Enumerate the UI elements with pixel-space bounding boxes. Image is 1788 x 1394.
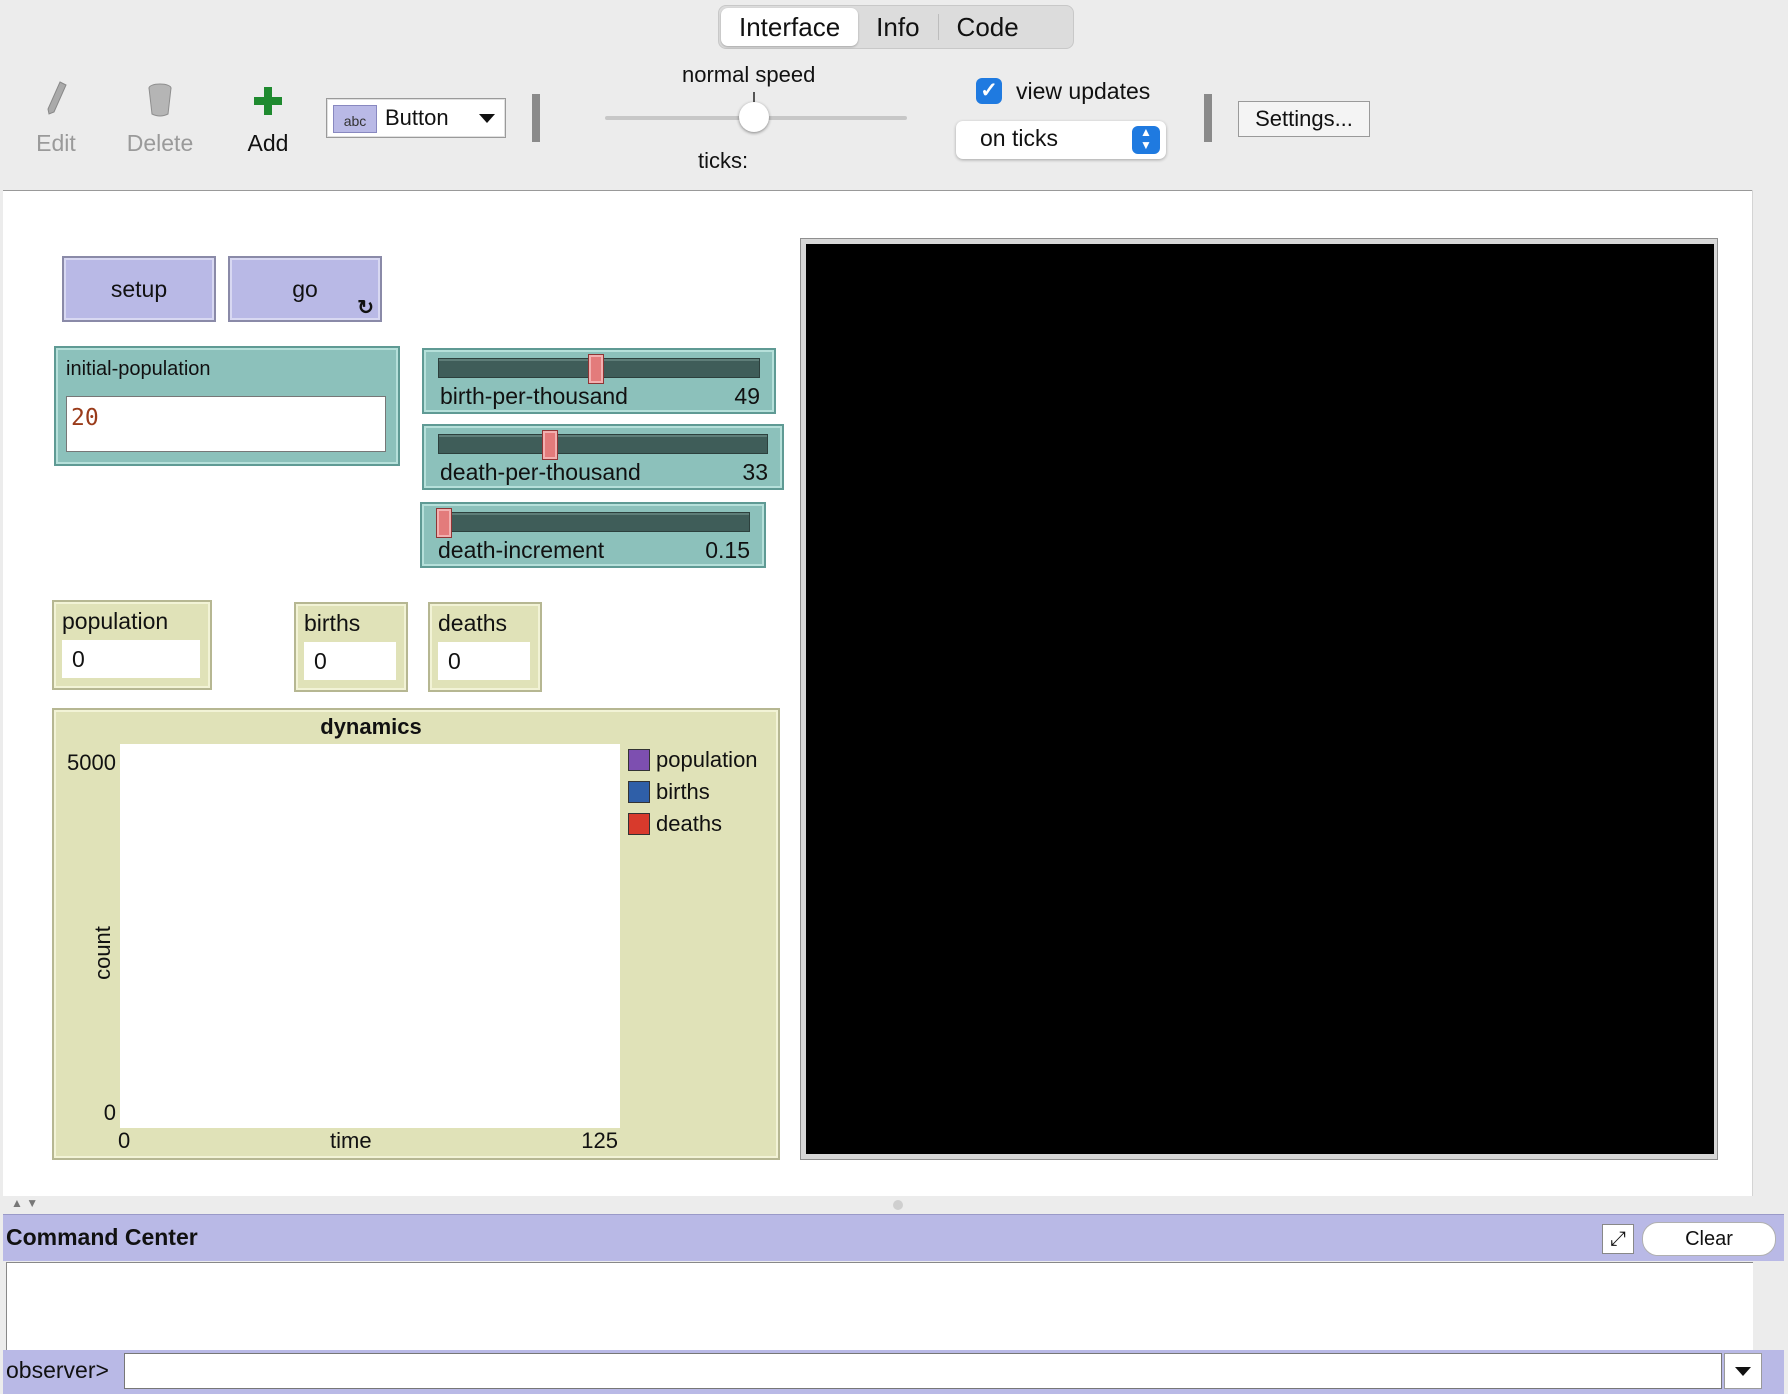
collapse-arrows-icon[interactable]: ▲ ▼ bbox=[11, 1196, 38, 1210]
tab-code[interactable]: Code bbox=[939, 8, 1037, 46]
world-view[interactable] bbox=[806, 244, 1714, 1154]
y-axis-label-wrap: count bbox=[88, 926, 118, 980]
clear-button[interactable]: Clear bbox=[1642, 1222, 1776, 1256]
edit-button[interactable]: Edit bbox=[30, 80, 82, 156]
plot-legend: population births deaths bbox=[628, 744, 758, 840]
monitor-value: 0 bbox=[62, 640, 200, 678]
monitor-value: 0 bbox=[304, 642, 396, 680]
x-axis-label: time bbox=[330, 1128, 372, 1153]
monitor-label: deaths bbox=[438, 610, 508, 636]
toolbar-divider bbox=[532, 94, 540, 142]
widget-type-value: Button bbox=[385, 105, 449, 130]
expand-icon[interactable]: ⤢ bbox=[1602, 1224, 1634, 1254]
delete-label: Delete bbox=[126, 130, 194, 156]
pencil-icon bbox=[47, 81, 67, 115]
slider-value: 0.15 bbox=[705, 537, 750, 563]
births-monitor: births 0 bbox=[294, 602, 408, 692]
checkmark-icon: ✓ bbox=[980, 79, 998, 102]
command-output-scrollbar[interactable] bbox=[1753, 1262, 1784, 1350]
ticks-label: ticks: bbox=[698, 148, 749, 173]
plus-icon bbox=[254, 87, 282, 115]
x-tick-max: 125 bbox=[581, 1128, 618, 1153]
initial-population-field[interactable]: 20 bbox=[66, 396, 386, 452]
deaths-monitor: deaths 0 bbox=[428, 602, 542, 692]
legend-label: deaths bbox=[656, 811, 723, 836]
observer-prompt[interactable]: observer> bbox=[6, 1357, 109, 1384]
plot-area bbox=[120, 744, 620, 1128]
plot-title: dynamics bbox=[320, 714, 422, 739]
slider-knob[interactable] bbox=[436, 508, 452, 538]
monitor-label: population bbox=[62, 608, 169, 634]
initial-population-value: 20 bbox=[71, 405, 99, 431]
command-output bbox=[6, 1262, 1754, 1352]
legend-item: population bbox=[628, 744, 758, 776]
view-updates-label: view updates bbox=[1016, 78, 1151, 104]
legend-label: births bbox=[656, 779, 710, 804]
settings-button[interactable]: Settings... bbox=[1238, 101, 1370, 137]
birth-per-thousand-slider[interactable]: birth-per-thousand 49 bbox=[422, 348, 776, 414]
command-center-header bbox=[3, 1214, 1784, 1261]
slider-name: birth-per-thousand bbox=[440, 383, 628, 409]
slider-value: 49 bbox=[734, 383, 760, 409]
population-monitor: population 0 bbox=[52, 600, 212, 690]
y-axis-label: count bbox=[90, 926, 115, 980]
command-center-splitter[interactable]: ▲ ▼ bbox=[3, 1196, 1784, 1214]
delete-button[interactable]: Delete bbox=[124, 80, 196, 156]
slider-name: death-increment bbox=[438, 537, 605, 563]
initial-population-input: initial-population 20 bbox=[54, 346, 400, 466]
speed-slider-knob[interactable] bbox=[739, 102, 769, 132]
monitor-value: 0 bbox=[438, 642, 530, 680]
initial-population-label: initial-population bbox=[66, 358, 211, 380]
slider-knob[interactable] bbox=[587, 354, 604, 384]
y-tick-min: 0 bbox=[103, 1100, 116, 1125]
x-tick-min: 0 bbox=[118, 1128, 131, 1153]
edit-label: Edit bbox=[36, 130, 76, 156]
tab-info[interactable]: Info bbox=[858, 8, 937, 46]
slider-name: death-per-thousand bbox=[440, 459, 641, 485]
setup-button[interactable]: setup bbox=[62, 256, 216, 322]
splitter-handle[interactable] bbox=[893, 1200, 903, 1210]
view-updates-checkbox[interactable]: ✓ bbox=[976, 78, 1002, 104]
legend-swatch bbox=[628, 781, 650, 803]
legend-label: population bbox=[656, 747, 758, 772]
history-dropdown[interactable] bbox=[1724, 1353, 1762, 1389]
add-label: Add bbox=[247, 130, 289, 156]
tab-bar: Interface Info Code bbox=[718, 5, 1074, 49]
legend-swatch bbox=[628, 749, 650, 771]
slider-value: 33 bbox=[742, 459, 768, 485]
tab-interface[interactable]: Interface bbox=[721, 8, 859, 46]
command-input[interactable] bbox=[124, 1353, 1722, 1389]
slider-track[interactable] bbox=[436, 512, 750, 532]
death-per-thousand-slider[interactable]: death-per-thousand 33 bbox=[422, 424, 784, 490]
chevron-down-icon bbox=[479, 114, 495, 123]
plot-svg bbox=[120, 744, 620, 1128]
forever-icon: ↻ bbox=[357, 297, 374, 319]
add-button[interactable]: Add bbox=[242, 80, 294, 156]
death-increment-slider[interactable]: death-increment 0.15 bbox=[420, 502, 766, 568]
slider-knob[interactable] bbox=[541, 430, 558, 460]
widget-type-dropdown[interactable]: abc Button bbox=[326, 98, 506, 138]
toolbar-divider bbox=[1204, 94, 1212, 142]
slider-track[interactable] bbox=[438, 434, 768, 454]
speed-label: normal speed bbox=[682, 62, 816, 87]
update-mode-value: on ticks bbox=[980, 125, 1058, 151]
monitor-label: births bbox=[304, 610, 361, 636]
legend-swatch bbox=[628, 813, 650, 835]
update-mode-select[interactable]: on ticks ▲ ▼ bbox=[956, 121, 1166, 159]
legend-item: deaths bbox=[628, 808, 758, 840]
widget-type-icon: abc bbox=[333, 105, 377, 133]
go-label: go bbox=[292, 276, 318, 302]
y-tick-max: 5000 bbox=[67, 750, 116, 775]
trash-icon bbox=[148, 83, 172, 117]
legend-item: births bbox=[628, 776, 758, 808]
command-center-title: Command Center bbox=[6, 1224, 198, 1250]
go-button[interactable]: go ↻ bbox=[228, 256, 382, 322]
select-stepper-icon: ▲ ▼ bbox=[1132, 126, 1160, 154]
canvas-scrollbar[interactable] bbox=[1752, 190, 1785, 1196]
